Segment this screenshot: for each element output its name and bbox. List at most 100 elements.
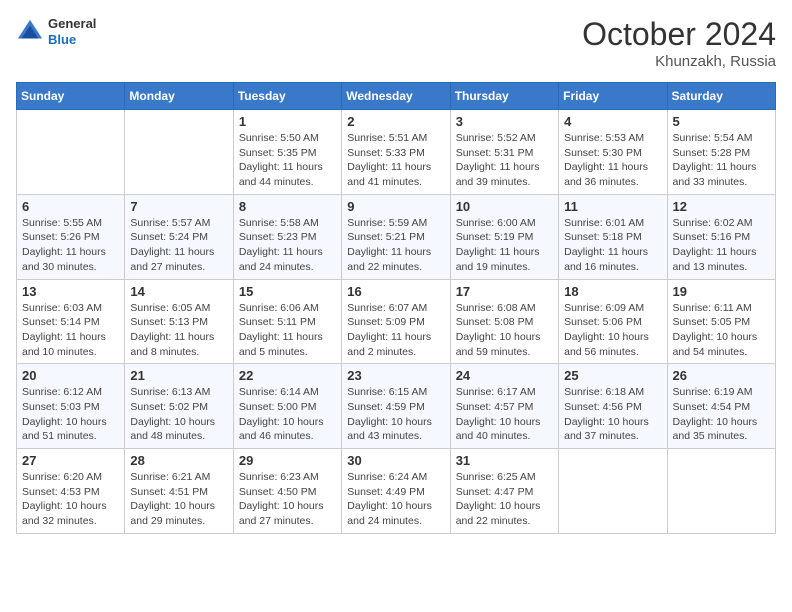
- calendar-cell: 24Sunrise: 6:17 AMSunset: 4:57 PMDayligh…: [450, 364, 558, 449]
- day-info: Sunrise: 5:54 AMSunset: 5:28 PMDaylight:…: [673, 131, 770, 190]
- day-number: 22: [239, 368, 336, 383]
- calendar-cell: 18Sunrise: 6:09 AMSunset: 5:06 PMDayligh…: [559, 279, 667, 364]
- day-number: 21: [130, 368, 227, 383]
- calendar-cell: 26 Sunrise: 6:19 AMSunset: 4:54 PMDayligh…: [667, 364, 775, 449]
- day-info: Sunrise: 5:51 AMSunset: 5:33 PMDaylight:…: [347, 131, 444, 190]
- day-number: 29: [239, 453, 336, 468]
- day-number: 20: [22, 368, 119, 383]
- day-number: 3: [456, 114, 553, 129]
- day-number: 1: [239, 114, 336, 129]
- calendar-cell: [17, 110, 125, 195]
- day-number: 25: [564, 368, 661, 383]
- day-header: Wednesday: [342, 83, 450, 110]
- day-header: Friday: [559, 83, 667, 110]
- calendar-cell: 21 Sunrise: 6:13 AMSunset: 5:02 PMDayligh…: [125, 364, 233, 449]
- calendar-cell: 13Sunrise: 6:03 AMSunset: 5:14 PMDayligh…: [17, 279, 125, 364]
- day-info: Sunrise: 5:59 AMSunset: 5:21 PMDaylight:…: [347, 216, 444, 275]
- day-info: Sunrise: 5:57 AMSunset: 5:24 PMDaylight:…: [130, 216, 227, 275]
- day-info: Sunrise: 6:00 AMSunset: 5:19 PMDaylight:…: [456, 216, 553, 275]
- calendar-cell: 8Sunrise: 5:58 AMSunset: 5:23 PMDaylight…: [233, 194, 341, 279]
- day-number: 30: [347, 453, 444, 468]
- calendar-cell: 20 Sunrise: 6:12 AMSunset: 5:03 PMDayligh…: [17, 364, 125, 449]
- day-header: Saturday: [667, 83, 775, 110]
- page-header: General Blue October 2024 Khunzakh, Russ…: [16, 16, 776, 70]
- day-info: Sunrise: 6:18 AMSunset: 4:56 PMDaylight:…: [564, 385, 661, 444]
- calendar: SundayMondayTuesdayWednesdayThursdayFrid…: [16, 82, 776, 534]
- calendar-cell: 19 Sunrise: 6:11 AMSunset: 5:05 PMDayligh…: [667, 279, 775, 364]
- calendar-cell: 30 Sunrise: 6:24 AMSunset: 4:49 PMDayligh…: [342, 449, 450, 534]
- calendar-cell: [125, 110, 233, 195]
- calendar-cell: 15 Sunrise: 6:06 AMSunset: 5:11 PMDayligh…: [233, 279, 341, 364]
- calendar-cell: 5 Sunrise: 5:54 AMSunset: 5:28 PMDaylight…: [667, 110, 775, 195]
- day-number: 6: [22, 199, 119, 214]
- logo-line1: General: [48, 16, 96, 32]
- calendar-cell: 14Sunrise: 6:05 AMSunset: 5:13 PMDayligh…: [125, 279, 233, 364]
- calendar-cell: 12Sunrise: 6:02 AMSunset: 5:16 PMDayligh…: [667, 194, 775, 279]
- day-info: Sunrise: 6:14 AMSunset: 5:00 PMDaylight:…: [239, 385, 336, 444]
- day-info: Sunrise: 6:17 AMSunset: 4:57 PMDaylight:…: [456, 385, 553, 444]
- day-info: Sunrise: 6:12 AMSunset: 5:03 PMDaylight:…: [22, 385, 119, 444]
- logo: General Blue: [16, 16, 96, 47]
- day-number: 12: [673, 199, 770, 214]
- calendar-cell: 7 Sunrise: 5:57 AMSunset: 5:24 PMDaylight…: [125, 194, 233, 279]
- logo-icon: [16, 18, 44, 46]
- calendar-cell: 11 Sunrise: 6:01 AMSunset: 5:18 PMDayligh…: [559, 194, 667, 279]
- day-number: 5: [673, 114, 770, 129]
- day-number: 17: [456, 284, 553, 299]
- calendar-cell: 3 Sunrise: 5:52 AMSunset: 5:31 PMDaylight…: [450, 110, 558, 195]
- day-header: Sunday: [17, 83, 125, 110]
- calendar-cell: 4 Sunrise: 5:53 AMSunset: 5:30 PMDaylight…: [559, 110, 667, 195]
- day-number: 26: [673, 368, 770, 383]
- month-title: October 2024: [582, 16, 776, 53]
- day-info: Sunrise: 6:07 AMSunset: 5:09 PMDaylight:…: [347, 301, 444, 360]
- day-number: 16: [347, 284, 444, 299]
- day-number: 9: [347, 199, 444, 214]
- calendar-cell: [559, 449, 667, 534]
- day-info: Sunrise: 6:15 AMSunset: 4:59 PMDaylight:…: [347, 385, 444, 444]
- day-number: 4: [564, 114, 661, 129]
- calendar-cell: 31Sunrise: 6:25 AMSunset: 4:47 PMDayligh…: [450, 449, 558, 534]
- location: Khunzakh, Russia: [582, 53, 776, 70]
- day-number: 28: [130, 453, 227, 468]
- calendar-cell: 6Sunrise: 5:55 AMSunset: 5:26 PMDaylight…: [17, 194, 125, 279]
- day-number: 11: [564, 199, 661, 214]
- day-info: Sunrise: 6:24 AMSunset: 4:49 PMDaylight:…: [347, 470, 444, 529]
- day-info: Sunrise: 6:01 AMSunset: 5:18 PMDaylight:…: [564, 216, 661, 275]
- day-info: Sunrise: 6:19 AMSunset: 4:54 PMDaylight:…: [673, 385, 770, 444]
- day-header: Thursday: [450, 83, 558, 110]
- calendar-cell: 10 Sunrise: 6:00 AMSunset: 5:19 PMDayligh…: [450, 194, 558, 279]
- day-info: Sunrise: 5:53 AMSunset: 5:30 PMDaylight:…: [564, 131, 661, 190]
- day-info: Sunrise: 6:11 AMSunset: 5:05 PMDaylight:…: [673, 301, 770, 360]
- day-number: 15: [239, 284, 336, 299]
- day-info: Sunrise: 5:50 AMSunset: 5:35 PMDaylight:…: [239, 131, 336, 190]
- calendar-cell: 1 Sunrise: 5:50 AMSunset: 5:35 PMDaylight…: [233, 110, 341, 195]
- calendar-cell: 29Sunrise: 6:23 AMSunset: 4:50 PMDayligh…: [233, 449, 341, 534]
- day-number: 2: [347, 114, 444, 129]
- day-info: Sunrise: 6:05 AMSunset: 5:13 PMDaylight:…: [130, 301, 227, 360]
- day-number: 7: [130, 199, 227, 214]
- day-info: Sunrise: 5:52 AMSunset: 5:31 PMDaylight:…: [456, 131, 553, 190]
- day-info: Sunrise: 6:06 AMSunset: 5:11 PMDaylight:…: [239, 301, 336, 360]
- day-info: Sunrise: 6:09 AMSunset: 5:06 PMDaylight:…: [564, 301, 661, 360]
- calendar-cell: 9 Sunrise: 5:59 AMSunset: 5:21 PMDaylight…: [342, 194, 450, 279]
- day-info: Sunrise: 6:03 AMSunset: 5:14 PMDaylight:…: [22, 301, 119, 360]
- calendar-cell: 16 Sunrise: 6:07 AMSunset: 5:09 PMDayligh…: [342, 279, 450, 364]
- day-info: Sunrise: 5:58 AMSunset: 5:23 PMDaylight:…: [239, 216, 336, 275]
- day-info: Sunrise: 6:08 AMSunset: 5:08 PMDaylight:…: [456, 301, 553, 360]
- day-info: Sunrise: 6:20 AMSunset: 4:53 PMDaylight:…: [22, 470, 119, 529]
- calendar-cell: [667, 449, 775, 534]
- day-number: 31: [456, 453, 553, 468]
- day-number: 19: [673, 284, 770, 299]
- calendar-cell: 2 Sunrise: 5:51 AMSunset: 5:33 PMDaylight…: [342, 110, 450, 195]
- calendar-cell: 22 Sunrise: 6:14 AMSunset: 5:00 PMDayligh…: [233, 364, 341, 449]
- day-number: 10: [456, 199, 553, 214]
- title-block: October 2024 Khunzakh, Russia: [582, 16, 776, 70]
- day-header: Monday: [125, 83, 233, 110]
- day-info: Sunrise: 6:13 AMSunset: 5:02 PMDaylight:…: [130, 385, 227, 444]
- day-number: 27: [22, 453, 119, 468]
- calendar-cell: 28 Sunrise: 6:21 AMSunset: 4:51 PMDayligh…: [125, 449, 233, 534]
- day-info: Sunrise: 6:21 AMSunset: 4:51 PMDaylight:…: [130, 470, 227, 529]
- logo-line2: Blue: [48, 32, 96, 48]
- calendar-cell: 25 Sunrise: 6:18 AMSunset: 4:56 PMDayligh…: [559, 364, 667, 449]
- day-header: Tuesday: [233, 83, 341, 110]
